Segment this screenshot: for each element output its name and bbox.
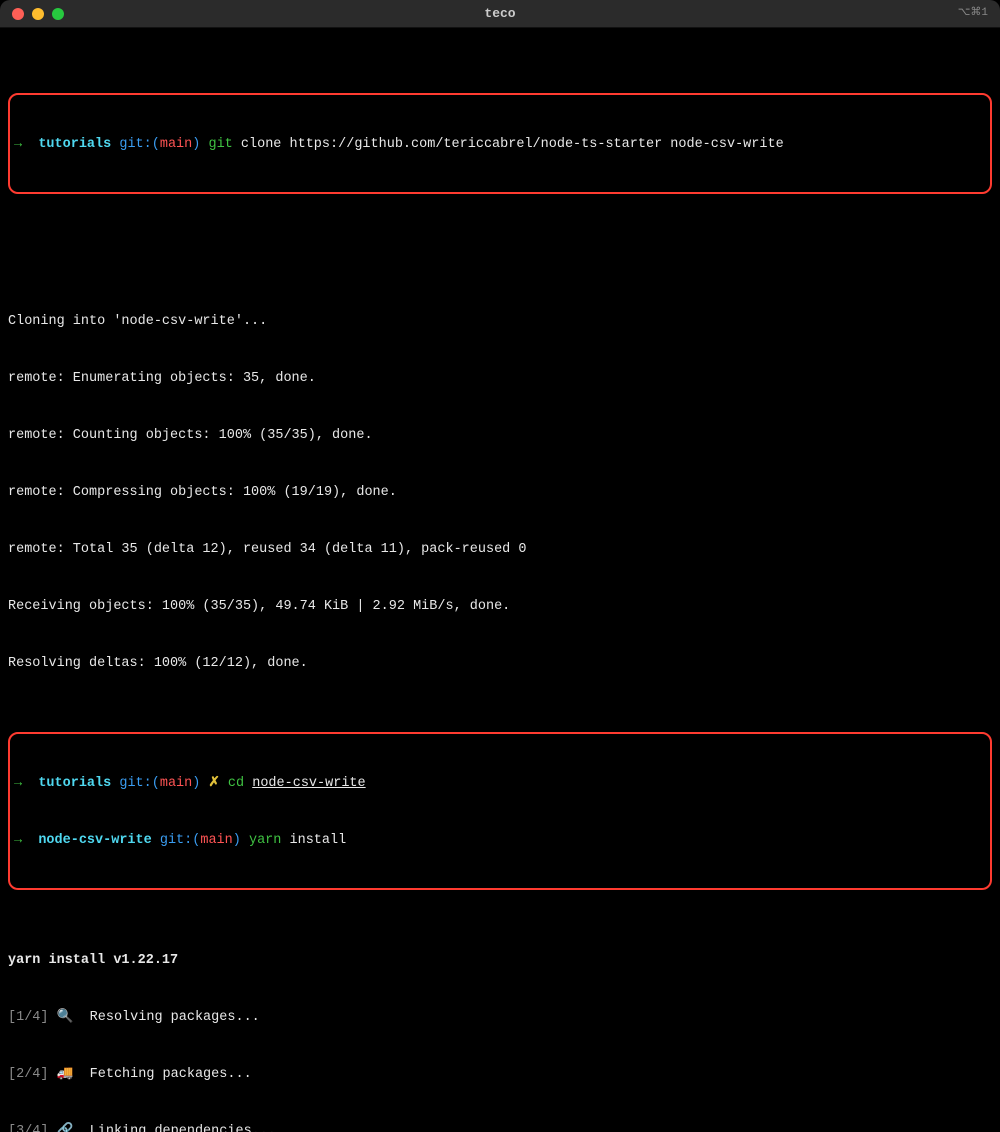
output-line: Receiving objects: 100% (35/35), 49.74 K… (8, 597, 992, 616)
step-text: Linking dependencies... (73, 1124, 276, 1132)
output-line: remote: Counting objects: 100% (35/35), … (8, 426, 992, 445)
prompt-arrow-icon: → (14, 776, 22, 791)
minimize-icon[interactable] (32, 8, 44, 20)
output-line: remote: Enumerating objects: 35, done. (8, 369, 992, 388)
window-titlebar: teco ⌥⌘1 (0, 0, 1000, 28)
yarn-step-1: [1/4] 🔍 Resolving packages... (8, 1008, 992, 1027)
prompt-line-2: → tutorials git:(main) ✗ cd node-csv-wri… (14, 774, 986, 793)
git-branch: main (160, 137, 192, 152)
git-branch: main (200, 833, 232, 848)
tab-indicator: ⌥⌘1 (958, 4, 988, 23)
highlight-git-clone: → tutorials git:(main) git clone https:/… (8, 93, 992, 194)
cmd-rest: install (281, 833, 346, 848)
blank-line (8, 255, 992, 274)
traffic-lights (12, 8, 64, 20)
step-text: Fetching packages... (73, 1067, 251, 1082)
prompt-line-3: → node-csv-write git:(main) yarn install (14, 831, 986, 850)
git-branch: main (160, 776, 192, 791)
output-line: remote: Total 35 (delta 12), reused 34 (… (8, 540, 992, 559)
cmd-cd: cd (228, 776, 244, 791)
close-icon[interactable] (12, 8, 24, 20)
output-line: remote: Compressing objects: 100% (19/19… (8, 483, 992, 502)
truck-icon: 🚚 (57, 1067, 74, 1082)
highlight-cd-install: → tutorials git:(main) ✗ cd node-csv-wri… (8, 732, 992, 890)
maximize-icon[interactable] (52, 8, 64, 20)
output-line: Cloning into 'node-csv-write'... (8, 312, 992, 331)
git-dirty-icon: ✗ (208, 776, 219, 791)
cmd-git: git (208, 137, 232, 152)
step-tag: [2/4] (8, 1067, 49, 1082)
git-close: ) (192, 776, 200, 791)
cmd-target: node-csv-write (252, 776, 365, 791)
step-tag: [1/4] (8, 1010, 49, 1025)
prompt-line-1: → tutorials git:(main) git clone https:/… (14, 135, 986, 154)
link-icon: 🔗 (57, 1124, 74, 1132)
git-label: git:( (119, 776, 160, 791)
step-tag: [3/4] (8, 1124, 49, 1132)
git-label: git:( (160, 833, 201, 848)
git-label: git:( (119, 137, 160, 152)
prompt-dir: tutorials (38, 776, 111, 791)
magnifier-icon: 🔍 (57, 1010, 74, 1025)
prompt-arrow-icon: → (14, 833, 22, 848)
cmd-yarn: yarn (249, 833, 281, 848)
output-line: Resolving deltas: 100% (12/12), done. (8, 654, 992, 673)
prompt-arrow-icon: → (14, 137, 22, 152)
yarn-step-2: [2/4] 🚚 Fetching packages... (8, 1065, 992, 1084)
yarn-step-3: [3/4] 🔗 Linking dependencies... (8, 1122, 992, 1132)
git-close: ) (233, 833, 241, 848)
git-close: ) (192, 137, 200, 152)
terminal-content[interactable]: → tutorials git:(main) git clone https:/… (0, 28, 1000, 1132)
prompt-dir: node-csv-write (38, 833, 151, 848)
window-title: teco (0, 4, 1000, 23)
prompt-dir: tutorials (38, 137, 111, 152)
yarn-header: yarn install v1.22.17 (8, 951, 992, 970)
cmd-rest: clone https://github.com/tericcabrel/nod… (233, 137, 784, 152)
step-text: Resolving packages... (73, 1010, 259, 1025)
